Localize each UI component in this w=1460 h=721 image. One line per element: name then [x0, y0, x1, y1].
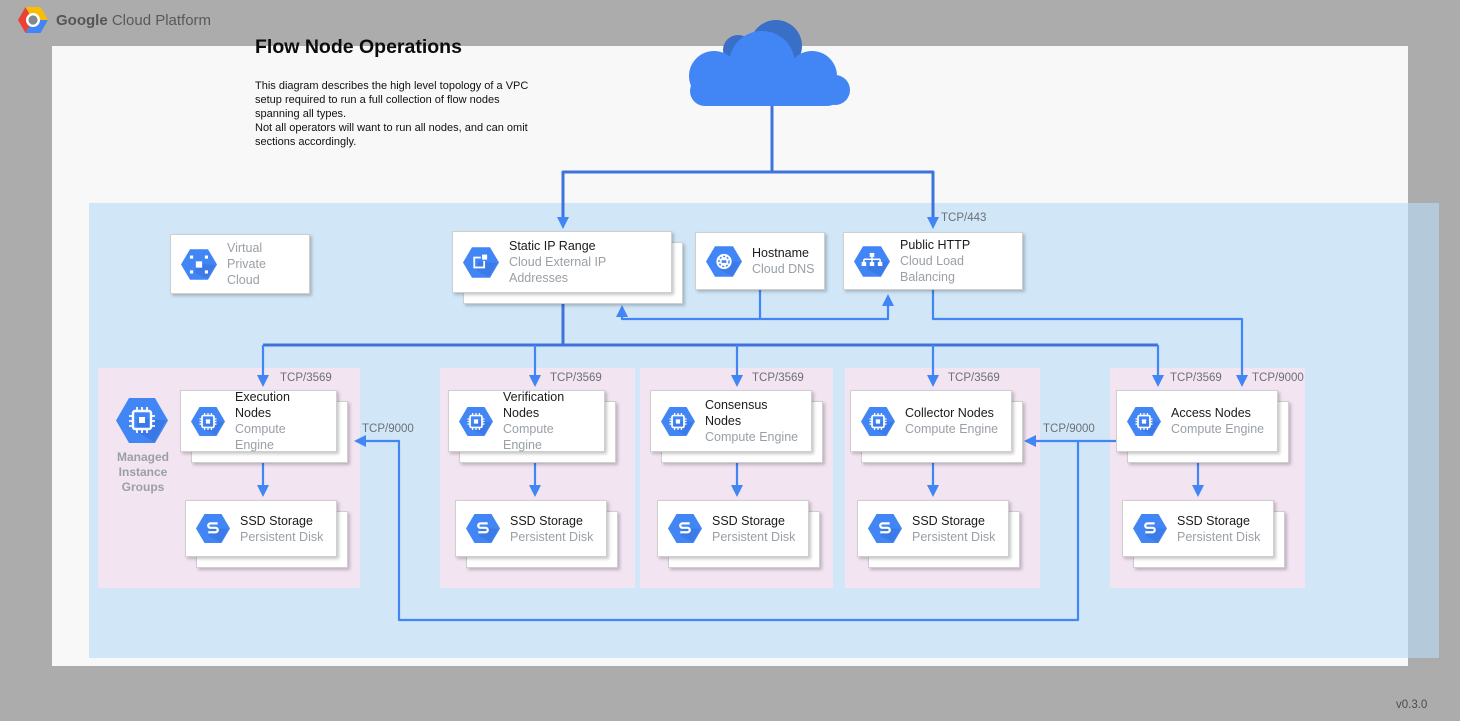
port-label-exec-tcp3569: TCP/3569	[280, 372, 332, 384]
ssd-card-subtitle: Persistent Disk	[240, 529, 323, 545]
node-card-subtitle: Compute Engine	[235, 421, 328, 453]
card-hostname: Hostname Cloud DNS	[695, 232, 825, 290]
card-static-ip-range: Static IP Range Cloud External IP Addres…	[452, 231, 672, 293]
load-balancing-icon	[854, 246, 890, 277]
node-card-subtitle: Compute Engine	[503, 421, 596, 453]
ssd-card-subtitle: Persistent Disk	[510, 529, 593, 545]
persistent-disk-icon	[668, 514, 702, 543]
persistent-disk-icon	[196, 514, 230, 543]
external-ip-icon	[463, 247, 499, 278]
port-label-in-exec-tcp9000: TCP/9000	[362, 423, 414, 435]
vpc-card-title: Virtual Private Cloud	[227, 240, 301, 288]
static-ip-subtitle: Cloud External IP Addresses	[509, 254, 663, 286]
ssd-card-subtitle: Persistent Disk	[712, 529, 795, 545]
node-card-title: Verification Nodes	[503, 389, 596, 421]
card-execution-nodes: Execution Nodes Compute Engine	[180, 390, 337, 452]
compute-engine-icon	[459, 407, 493, 436]
persistent-disk-icon	[1133, 514, 1167, 543]
node-card-title: Collector Nodes	[905, 405, 998, 421]
version-label: v0.3.0	[1396, 699, 1427, 711]
card-virtual-private-cloud: Virtual Private Cloud	[170, 234, 310, 294]
port-label-cons-tcp3569: TCP/3569	[752, 372, 804, 384]
card-ssd-access: SSD Storage Persistent Disk	[1122, 500, 1274, 557]
persistent-disk-icon	[868, 514, 902, 543]
persistent-disk-icon	[466, 514, 500, 543]
ssd-card-title: SSD Storage	[912, 513, 995, 529]
ssd-card-title: SSD Storage	[510, 513, 593, 529]
card-ssd-execution: SSD Storage Persistent Disk	[185, 500, 337, 557]
ssd-card-title: SSD Storage	[712, 513, 795, 529]
managed-instance-groups-icon	[116, 398, 168, 443]
card-ssd-collector: SSD Storage Persistent Disk	[857, 500, 1009, 557]
public-http-subtitle: Cloud Load Balancing	[900, 253, 1014, 285]
ssd-card-title: SSD Storage	[240, 513, 323, 529]
hostname-subtitle: Cloud DNS	[752, 261, 815, 277]
vpc-icon	[181, 249, 217, 280]
port-label-access-tcp3569: TCP/3569	[1170, 372, 1222, 384]
node-card-title: Access Nodes	[1171, 405, 1264, 421]
ssd-card-title: SSD Storage	[1177, 513, 1260, 529]
card-consensus-nodes: Consensus Nodes Compute Engine	[650, 390, 812, 452]
ssd-card-subtitle: Persistent Disk	[912, 529, 995, 545]
hostname-title: Hostname	[752, 245, 815, 261]
node-card-subtitle: Compute Engine	[705, 429, 803, 445]
port-label-verif-tcp3569: TCP/3569	[550, 372, 602, 384]
port-label-access-tcp9000: TCP/9000	[1252, 372, 1304, 384]
card-access-nodes: Access Nodes Compute Engine	[1116, 390, 1278, 452]
compute-engine-icon	[1127, 407, 1161, 436]
card-public-http: Public HTTP Cloud Load Balancing	[843, 232, 1023, 290]
node-card-subtitle: Compute Engine	[905, 421, 998, 437]
card-ssd-consensus: SSD Storage Persistent Disk	[657, 500, 809, 557]
public-http-title: Public HTTP	[900, 237, 1014, 253]
ssd-card-subtitle: Persistent Disk	[1177, 529, 1260, 545]
compute-engine-icon	[191, 407, 225, 436]
card-ssd-verification: SSD Storage Persistent Disk	[455, 500, 607, 557]
compute-engine-icon	[861, 407, 895, 436]
node-card-title: Consensus Nodes	[705, 397, 803, 429]
static-ip-title: Static IP Range	[509, 238, 663, 254]
card-collector-nodes: Collector Nodes Compute Engine	[850, 390, 1012, 452]
node-card-title: Execution Nodes	[235, 389, 328, 421]
cloud-dns-icon	[706, 246, 742, 277]
port-label-coll-tcp3569: TCP/3569	[948, 372, 1000, 384]
port-label-tcp443: TCP/443	[941, 212, 986, 224]
port-label-in-coll-tcp9000: TCP/9000	[1043, 423, 1095, 435]
diagram-canvas: Google Cloud Platform Flow Node Operatio…	[0, 0, 1460, 721]
node-card-subtitle: Compute Engine	[1171, 421, 1264, 437]
compute-engine-icon	[661, 407, 695, 436]
connector-lines	[0, 0, 1460, 721]
managed-instance-groups-label: Managed Instance Groups	[96, 450, 190, 495]
card-verification-nodes: Verification Nodes Compute Engine	[448, 390, 605, 452]
